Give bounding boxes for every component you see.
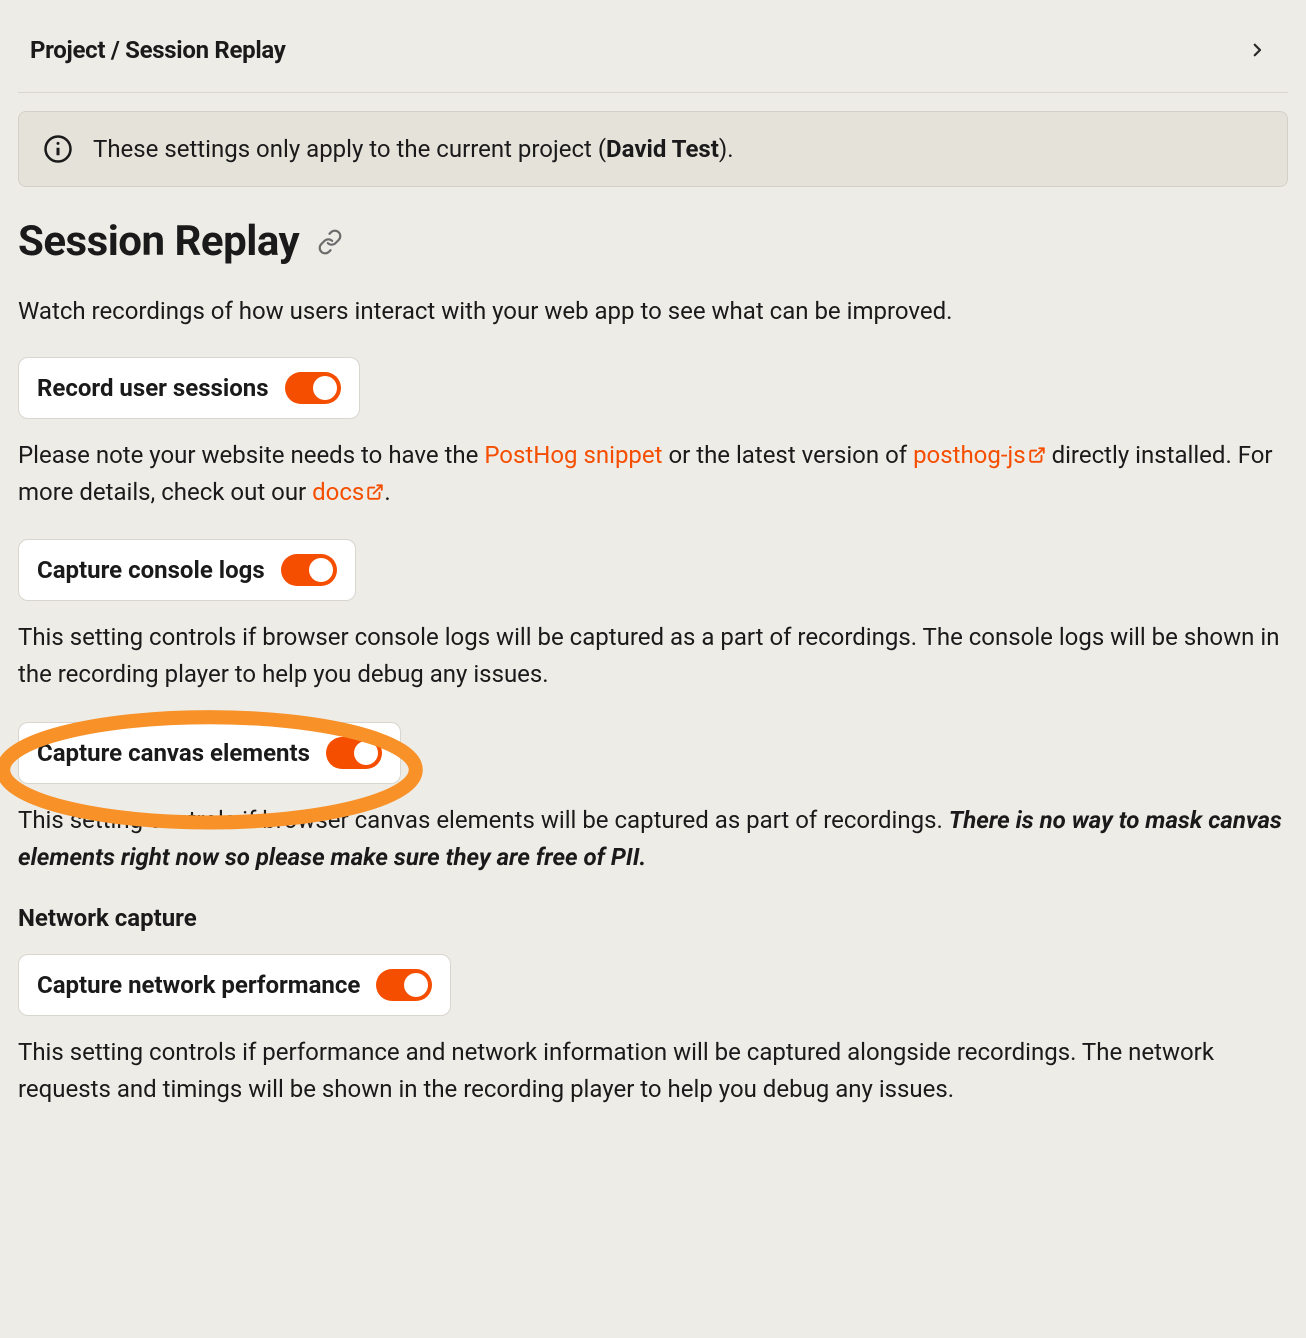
record-sessions-desc: Please note your website needs to have t… xyxy=(18,437,1288,511)
capture-console-toggle[interactable] xyxy=(281,554,337,586)
external-link-icon xyxy=(366,475,384,493)
posthog-snippet-link[interactable]: PostHog snippet xyxy=(484,441,662,469)
capture-console-card: Capture console logs xyxy=(18,539,356,601)
chevron-right-icon[interactable] xyxy=(1248,41,1266,59)
record-sessions-card: Record user sessions xyxy=(18,357,360,419)
record-desc-p1: Please note your website needs to have t… xyxy=(18,441,484,469)
copy-link-icon[interactable] xyxy=(317,229,343,255)
external-link-icon xyxy=(1028,438,1046,456)
intro-text: Watch recordings of how users interact w… xyxy=(18,294,1288,329)
content-area: Session Replay Watch recordings of how u… xyxy=(0,187,1306,1148)
breadcrumb[interactable]: Project / Session Replay xyxy=(30,36,286,64)
breadcrumb-row: Project / Session Replay xyxy=(0,0,1306,92)
docs-link[interactable]: docs xyxy=(312,478,384,506)
info-icon xyxy=(43,134,73,164)
page-title: Session Replay xyxy=(18,217,299,266)
capture-canvas-card: Capture canvas elements xyxy=(18,722,401,784)
highlighted-toggle-wrap: Capture canvas elements xyxy=(18,722,401,784)
posthog-js-link[interactable]: posthog-js xyxy=(913,441,1046,469)
info-project-name: David Test xyxy=(606,135,719,163)
capture-network-card: Capture network performance xyxy=(18,954,451,1016)
capture-console-desc: This setting controls if browser console… xyxy=(18,619,1288,693)
info-banner: These settings only apply to the current… xyxy=(18,111,1288,187)
toggle-knob xyxy=(309,558,333,582)
capture-network-toggle[interactable] xyxy=(376,969,432,1001)
canvas-desc-p1: This setting controls if browser canvas … xyxy=(18,806,949,834)
network-capture-heading: Network capture xyxy=(18,904,1288,932)
record-desc-p4: . xyxy=(384,478,390,506)
capture-console-label: Capture console logs xyxy=(37,556,265,584)
record-sessions-label: Record user sessions xyxy=(37,374,269,402)
capture-canvas-desc: This setting controls if browser canvas … xyxy=(18,802,1288,876)
page-heading-row: Session Replay xyxy=(18,217,1288,266)
record-desc-p2: or the latest version of xyxy=(662,441,913,469)
toggle-knob xyxy=(354,741,378,765)
record-sessions-toggle[interactable] xyxy=(285,372,341,404)
info-suffix: ). xyxy=(719,135,734,163)
capture-canvas-toggle[interactable] xyxy=(326,737,382,769)
capture-canvas-label: Capture canvas elements xyxy=(37,739,310,767)
capture-network-desc: This setting controls if performance and… xyxy=(18,1034,1288,1108)
capture-network-label: Capture network performance xyxy=(37,971,360,999)
toggle-knob xyxy=(404,973,428,997)
info-prefix: These settings only apply to the current… xyxy=(93,135,606,163)
toggle-knob xyxy=(313,376,337,400)
info-banner-text: These settings only apply to the current… xyxy=(93,135,734,163)
divider xyxy=(18,92,1288,93)
